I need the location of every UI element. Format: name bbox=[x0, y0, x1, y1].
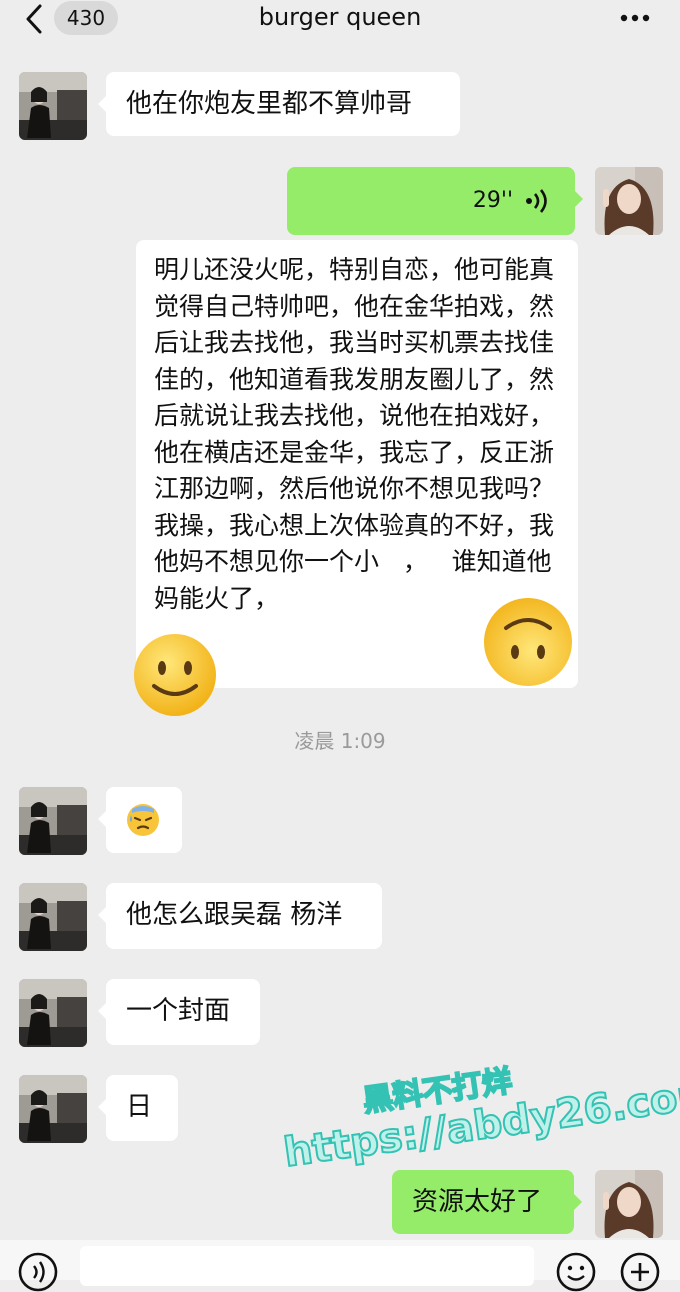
upside-down-emoji-icon bbox=[484, 598, 572, 686]
emoji-button-icon[interactable] bbox=[556, 1252, 596, 1292]
sweat-emoji-icon bbox=[127, 804, 159, 836]
contact-avatar[interactable] bbox=[19, 979, 87, 1047]
smile-emoji-icon bbox=[134, 634, 216, 716]
self-avatar[interactable] bbox=[595, 167, 663, 235]
message-input[interactable] bbox=[80, 1246, 534, 1286]
incoming-message[interactable]: 一个封面 bbox=[98, 979, 260, 1045]
contact-avatar[interactable] bbox=[19, 787, 87, 855]
outgoing-message[interactable]: 资源太好了 bbox=[392, 1170, 582, 1234]
input-bar bbox=[0, 1240, 680, 1292]
message-text: 他在你炮友里都不算帅哥 bbox=[126, 89, 413, 119]
voice-duration: 29'' bbox=[472, 188, 513, 213]
back-icon[interactable] bbox=[20, 2, 50, 36]
voice-message[interactable]: 29'' bbox=[287, 167, 583, 235]
incoming-message[interactable]: 他在你炮友里都不算帅哥 bbox=[98, 72, 460, 136]
message-text: 一个封面 bbox=[126, 996, 231, 1026]
voice-wave-icon bbox=[526, 189, 547, 213]
voice-input-icon[interactable] bbox=[18, 1252, 58, 1292]
contact-avatar[interactable] bbox=[19, 1075, 87, 1143]
contact-avatar[interactable] bbox=[19, 72, 87, 140]
message-text: 日 bbox=[126, 1092, 153, 1122]
more-icon[interactable] bbox=[615, 6, 655, 30]
self-avatar[interactable] bbox=[595, 1170, 663, 1238]
message-text: 他怎么跟吴磊 杨洋 bbox=[126, 900, 343, 930]
message-text: 资源太好了 bbox=[412, 1187, 543, 1217]
incoming-message[interactable]: 他怎么跟吴磊 杨洋 bbox=[98, 883, 382, 949]
contact-avatar[interactable] bbox=[19, 883, 87, 951]
incoming-message[interactable] bbox=[98, 787, 182, 853]
chat-header: 430 burger queen bbox=[0, 0, 680, 40]
plus-icon[interactable] bbox=[620, 1252, 660, 1292]
chat-title: burger queen bbox=[258, 3, 422, 31]
unread-count-badge[interactable]: 430 bbox=[54, 1, 118, 35]
message-timestamp: 凌晨 1:09 bbox=[294, 729, 386, 753]
incoming-message[interactable]: 日 bbox=[98, 1075, 178, 1141]
